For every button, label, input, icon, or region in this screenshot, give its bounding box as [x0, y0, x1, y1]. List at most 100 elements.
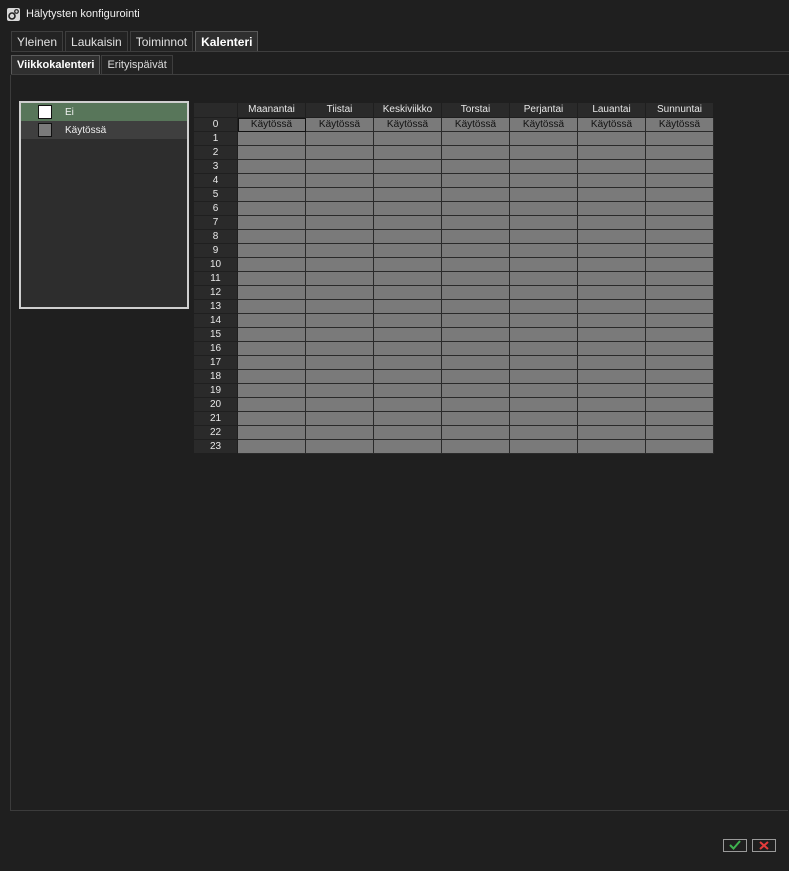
calendar-cell[interactable] [645, 355, 714, 370]
calendar-cell[interactable] [441, 215, 510, 230]
calendar-cell[interactable] [305, 145, 374, 160]
calendar-cell[interactable] [509, 369, 578, 384]
calendar-cell[interactable] [509, 257, 578, 272]
calendar-cell[interactable] [441, 173, 510, 188]
calendar-cell[interactable] [441, 145, 510, 160]
calendar-cell[interactable] [577, 397, 646, 412]
calendar-cell[interactable]: Käytössä [441, 117, 510, 132]
calendar-cell[interactable] [305, 131, 374, 146]
calendar-cell[interactable] [645, 369, 714, 384]
calendar-cell[interactable] [577, 271, 646, 286]
calendar-cell[interactable] [645, 159, 714, 174]
calendar-cell[interactable] [577, 215, 646, 230]
calendar-cell[interactable] [577, 243, 646, 258]
ok-button[interactable] [723, 839, 747, 852]
calendar-cell[interactable] [373, 131, 442, 146]
calendar-cell[interactable] [645, 271, 714, 286]
calendar-cell[interactable] [645, 327, 714, 342]
calendar-cell[interactable] [237, 229, 306, 244]
calendar-cell[interactable] [509, 271, 578, 286]
calendar-cell[interactable] [441, 201, 510, 216]
calendar-cell[interactable] [237, 145, 306, 160]
calendar-cell[interactable] [373, 257, 442, 272]
calendar-cell[interactable] [645, 383, 714, 398]
calendar-cell[interactable] [237, 131, 306, 146]
calendar-cell[interactable] [237, 355, 306, 370]
calendar-cell[interactable] [305, 369, 374, 384]
calendar-cell[interactable] [645, 131, 714, 146]
calendar-cell[interactable] [577, 285, 646, 300]
day-header[interactable]: Tiistai [305, 102, 374, 118]
calendar-cell[interactable] [645, 341, 714, 356]
calendar-cell[interactable] [441, 355, 510, 370]
calendar-cell[interactable] [577, 355, 646, 370]
calendar-cell[interactable] [645, 173, 714, 188]
calendar-cell[interactable] [441, 411, 510, 426]
tab-yleinen[interactable]: Yleinen [11, 31, 64, 52]
calendar-cell[interactable] [441, 257, 510, 272]
calendar-cell[interactable] [577, 173, 646, 188]
calendar-cell[interactable] [373, 425, 442, 440]
calendar-cell[interactable] [305, 425, 374, 440]
calendar-cell[interactable] [509, 383, 578, 398]
calendar-cell[interactable] [373, 369, 442, 384]
calendar-cell[interactable] [237, 187, 306, 202]
calendar-cell[interactable] [305, 271, 374, 286]
calendar-cell[interactable] [373, 383, 442, 398]
calendar-cell[interactable] [645, 439, 714, 454]
calendar-cell[interactable] [509, 299, 578, 314]
calendar-cell[interactable] [237, 299, 306, 314]
calendar-cell[interactable] [237, 173, 306, 188]
calendar-cell[interactable] [441, 397, 510, 412]
calendar-cell[interactable] [509, 411, 578, 426]
calendar-cell[interactable] [237, 243, 306, 258]
calendar-cell[interactable] [237, 369, 306, 384]
calendar-cell[interactable] [305, 327, 374, 342]
calendar-cell[interactable] [577, 187, 646, 202]
calendar-cell[interactable] [373, 187, 442, 202]
calendar-cell[interactable] [441, 327, 510, 342]
tab-erityispaivat[interactable]: Erityispäivät [101, 55, 173, 75]
calendar-cell[interactable] [577, 201, 646, 216]
calendar-cell[interactable] [441, 299, 510, 314]
calendar-cell[interactable] [509, 173, 578, 188]
calendar-cell[interactable] [237, 425, 306, 440]
calendar-cell[interactable] [373, 341, 442, 356]
calendar-cell[interactable] [305, 187, 374, 202]
calendar-cell[interactable] [305, 383, 374, 398]
day-header[interactable]: Torstai [441, 102, 510, 118]
calendar-cell[interactable] [237, 397, 306, 412]
calendar-cell[interactable] [577, 439, 646, 454]
calendar-cell[interactable] [237, 313, 306, 328]
calendar-cell[interactable] [577, 159, 646, 174]
calendar-cell[interactable] [509, 187, 578, 202]
calendar-cell[interactable] [373, 215, 442, 230]
calendar-cell[interactable] [441, 425, 510, 440]
calendar-cell[interactable] [305, 313, 374, 328]
calendar-cell[interactable] [373, 327, 442, 342]
calendar-cell[interactable] [577, 341, 646, 356]
calendar-cell[interactable] [645, 229, 714, 244]
calendar-cell[interactable] [577, 425, 646, 440]
calendar-cell[interactable] [509, 425, 578, 440]
calendar-cell[interactable] [237, 215, 306, 230]
calendar-cell[interactable] [645, 243, 714, 258]
calendar-cell[interactable] [645, 411, 714, 426]
legend-item-kaytossa[interactable]: Käytössä [21, 121, 187, 139]
calendar-cell[interactable] [305, 397, 374, 412]
tab-viikkokalenteri[interactable]: Viikkokalenteri [11, 55, 101, 75]
day-header[interactable]: Keskiviikko [373, 102, 442, 118]
calendar-cell[interactable] [577, 145, 646, 160]
tab-toiminnot[interactable]: Toiminnot [129, 31, 194, 52]
calendar-cell[interactable] [305, 229, 374, 244]
calendar-cell[interactable] [645, 187, 714, 202]
calendar-cell[interactable] [509, 243, 578, 258]
calendar-cell[interactable] [645, 397, 714, 412]
day-header[interactable]: Maanantai [237, 102, 306, 118]
calendar-cell[interactable] [305, 285, 374, 300]
calendar-cell[interactable] [237, 257, 306, 272]
calendar-cell[interactable] [441, 313, 510, 328]
calendar-cell[interactable] [373, 159, 442, 174]
calendar-cell[interactable] [509, 439, 578, 454]
calendar-cell[interactable] [441, 439, 510, 454]
